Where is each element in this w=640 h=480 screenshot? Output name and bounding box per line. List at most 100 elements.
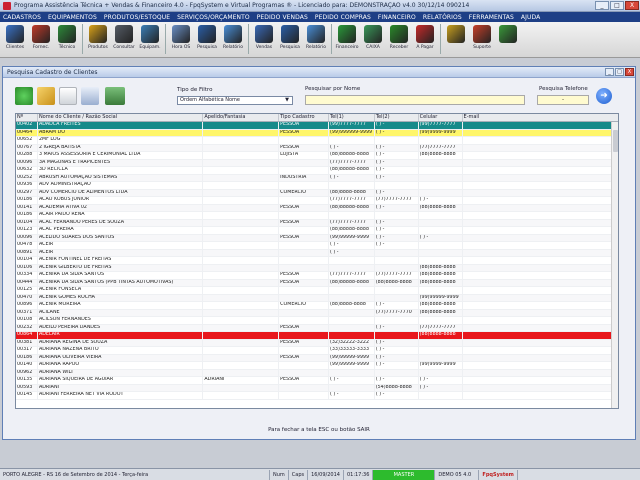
table-row[interactable]: 00962 ADRIANA WILT — [16, 369, 618, 377]
table-row[interactable]: 00464 ABRAM DO PESSOA (99)999999-9999( ) -(… — [16, 129, 618, 137]
toolbar-button-15[interactable]: A Pagar — [412, 22, 438, 56]
edit-client-icon[interactable] — [37, 87, 55, 105]
table-row[interactable]: 00371 ACILANE (77)7777-7770 (88)8888-8888 — [16, 309, 618, 317]
toolbar-label: Financeiro — [335, 45, 359, 50]
table-row[interactable]: 00145 ADRIANI FERREIRA NET VIA RODOT ( ) -… — [16, 392, 618, 400]
column-header-1[interactable]: Nome do Cliente / Razão Social — [38, 114, 204, 121]
column-header-5[interactable]: Tel(2) — [375, 114, 419, 121]
menu-item-1[interactable]: EQUIPAMENTOS — [48, 14, 97, 21]
column-header-6[interactable]: Celular — [419, 114, 463, 121]
menu-item-5[interactable]: PEDIDO COMPRAS — [315, 14, 371, 21]
table-row[interactable]: 00232 ADEILO PEREIRA DANDES PESSOA ( ) - (77… — [16, 324, 618, 332]
table-cell: ( ) - — [375, 219, 419, 226]
table-row[interactable]: 00108 ACILSON FERNANDES — [16, 317, 618, 325]
toolbar-button-14[interactable]: Receber — [386, 22, 412, 56]
column-header-4[interactable]: Tel(1) — [329, 114, 375, 121]
toolbar-button-8[interactable]: Relatório — [220, 22, 246, 56]
table-row[interactable]: 00297 ADV COMERCIO DE ALIMENTOS LTDA COMER… — [16, 189, 618, 197]
table-row[interactable]: 00104 ACENIR FONTINEL DE FREITAS — [16, 257, 618, 265]
table-row[interactable]: 00891 ACEIR ( ) - — [16, 249, 618, 257]
toolbar-button-17[interactable]: Suporte — [469, 22, 495, 56]
toolbar-button-13[interactable]: CAIXA — [360, 22, 386, 56]
table-row[interactable]: 00632 3D RECICLA (88)88888-8888( ) - — [16, 167, 618, 175]
toolbar-button-1[interactable]: Fornec. — [28, 22, 54, 56]
dialog-close-button[interactable]: X — [625, 68, 634, 76]
toolbar-button-5[interactable]: Equipam. — [137, 22, 163, 56]
table-row[interactable]: 00186 ACAO KOBUS JUNIOR (77)7777-7777 (77)7… — [16, 197, 618, 205]
toolbar-button-4[interactable]: Consultar — [111, 22, 137, 56]
print-icon[interactable] — [81, 87, 99, 105]
table-row[interactable]: 00402 ADADCA FREITES PESSOA (99)7777-7777( … — [16, 122, 618, 130]
table-row[interactable]: 00096 ACELIDO SOARES DOS SANTOS PESSOA (99)… — [16, 234, 618, 242]
report-icon[interactable] — [105, 87, 125, 105]
toolbar-button-18[interactable] — [495, 22, 521, 56]
table-row[interactable]: 00470 ACENIR GOMES ROCHA (99)99999-9999 — [16, 294, 618, 302]
toolbar-button-9[interactable]: Vendas — [251, 22, 277, 56]
table-row[interactable]: 00125 ACENIR FONSECA — [16, 287, 618, 295]
scroll-thumb[interactable] — [613, 130, 618, 152]
table-row[interactable]: 00096 3A MAGUNAS E TRAPICENTES (77)7777-77… — [16, 159, 618, 167]
toolbar-button-6[interactable]: Hora OS — [168, 22, 194, 56]
menu-item-9[interactable]: AJUDA — [521, 14, 540, 21]
table-row[interactable]: 00186 ADRIANA OLIVEIRA VIEIRA PESSOA (99)99… — [16, 354, 618, 362]
column-header-7[interactable]: E-mail — [463, 114, 618, 121]
table-row[interactable]: 00767 2 IGREJA BATISTA PESSOA( ) -( ) - (77… — [16, 144, 618, 152]
menu-item-7[interactable]: RELATÓRIOS — [423, 14, 462, 21]
toolbar-button-11[interactable]: Relatório — [303, 22, 329, 56]
toolbar-button-2[interactable]: Técnico — [54, 22, 80, 56]
table-row[interactable]: 00252 ABRUSH AUTOMAÇÃO SISTEMAS INDUSTRIA(… — [16, 174, 618, 182]
table-row[interactable]: 00381 ADRIANA REGINA DE SOUZA PESSOA (32)32… — [16, 339, 618, 347]
menu-item-0[interactable]: CADASTROS — [3, 14, 41, 21]
table-row[interactable]: 00652 2MF LOG — [16, 137, 618, 145]
table-row[interactable]: 00123 ACAC PEREIRA (88)88888-8888( ) - — [16, 227, 618, 235]
table-row[interactable]: 00104 ACAC FERNANDO PERES DE SOUZA PESSOA(… — [16, 219, 618, 227]
table-cell: ADRIANA OLIVEIRA VIEIRA — [38, 354, 204, 361]
menu-item-6[interactable]: FINANCEIRO — [378, 14, 416, 21]
table-cell — [329, 294, 375, 301]
table-row[interactable]: 00864 ADELAIR (88)8888-8888 — [16, 332, 618, 340]
toolbar-button-10[interactable]: Pesquisa — [277, 22, 303, 56]
table-cell: ( ) - — [329, 249, 375, 256]
table-row[interactable]: 00936 ADV ADMINISTRAÇÃO — [16, 182, 618, 190]
menu-item-3[interactable]: SERVIÇOS/ORÇAMENTO — [177, 14, 250, 21]
dialog-minimize-button[interactable]: _ — [605, 68, 614, 76]
table-row[interactable]: 00141 ACADEMIA ATIVA 02 PESSOA (88)88888-88… — [16, 204, 618, 212]
menu-item-8[interactable]: FERRAMENTAS — [469, 14, 514, 21]
table-row[interactable]: 00444 ACENIRA DA SILVA SANTOS (PPB TINTAS… — [16, 279, 618, 287]
table-row[interactable]: 00593 ADRIANI (54)8888-8888( ) - — [16, 384, 618, 392]
dialog-maximize-button[interactable]: □ — [615, 68, 624, 76]
menu-item-4[interactable]: PEDIDO VENDAS — [257, 14, 308, 21]
table-row[interactable]: 00896 ACENIR MOREIRA COMERCIO (88)8888-8888… — [16, 302, 618, 310]
arrow-right-icon[interactable]: ➜ — [596, 88, 612, 104]
table-row[interactable]: 00288 3 MAIOS ASSESSORIA E CERIMONIAL LTD… — [16, 152, 618, 160]
search-name-input[interactable] — [305, 95, 525, 105]
table-cell: (77)7777-7777 — [375, 197, 419, 204]
toolbar-label: Equipam. — [139, 45, 161, 50]
minimize-button[interactable]: _ — [595, 1, 609, 10]
table-row[interactable]: 00478 ACEIR ( ) -( ) - — [16, 242, 618, 250]
menu-item-2[interactable]: PRODUTOS/ESTOQUE — [104, 14, 170, 21]
toolbar-button-3[interactable]: Produtos — [85, 22, 111, 56]
table-cell — [463, 167, 618, 174]
toolbar-button-16[interactable] — [443, 22, 469, 56]
table-row[interactable]: 00106 ACENIR GILBERTO DE FREITAS (88)8888-… — [16, 264, 618, 272]
delete-client-icon[interactable] — [59, 87, 77, 105]
table-row[interactable]: 00317 ADRIANA NAZENA BRITO (33)33333-3333(… — [16, 347, 618, 355]
search-phone-input[interactable]: - — [537, 95, 589, 105]
table-row[interactable]: 00186 ACAIR PAIDO RENA — [16, 212, 618, 220]
filter-type-select[interactable]: Ordem Alfabética Nome ▼ — [177, 96, 293, 105]
close-button[interactable]: X — [625, 1, 639, 10]
add-client-icon[interactable] — [15, 87, 33, 105]
column-header-0[interactable]: Nº — [16, 114, 38, 121]
table-row[interactable]: 00140 ADRIANA RAPOO (99)99999-9999( ) - (99… — [16, 362, 618, 370]
toolbar-button-0[interactable]: Clientes — [2, 22, 28, 56]
vertical-scrollbar[interactable] — [611, 122, 618, 408]
maximize-button[interactable]: □ — [610, 1, 624, 10]
table-cell: 00123 — [16, 227, 38, 234]
toolbar-button-12[interactable]: Financeiro — [334, 22, 360, 56]
column-header-3[interactable]: Tipo Cadastro — [279, 114, 329, 121]
table-row[interactable]: 00135 ADRIANA SIQUEIRA DE AGUIAR ADRIANI PE… — [16, 377, 618, 385]
toolbar-button-7[interactable]: Pesquisa — [194, 22, 220, 56]
column-header-2[interactable]: Apelido/Fantasia — [203, 114, 280, 121]
table-row[interactable]: 00334 ACENIRA DA SILVA SANTOS PESSOA (77)77… — [16, 272, 618, 280]
